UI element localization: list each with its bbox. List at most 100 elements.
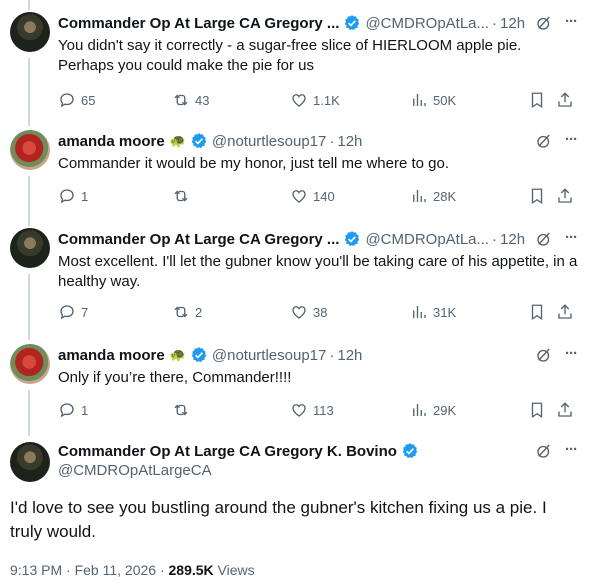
views-count: 31K [433, 304, 457, 320]
like-count: 113 [313, 402, 334, 418]
views-button[interactable]: 29K [410, 400, 456, 420]
share-button[interactable] [556, 90, 574, 110]
grok-icon[interactable] [535, 346, 553, 364]
author-handle[interactable]: @noturtlesoup17 [212, 347, 326, 364]
more-options-icon[interactable]: ··· [565, 441, 578, 458]
bookmark-icon [531, 92, 543, 109]
tweet-timestamp[interactable]: 9:13 PM · Feb 11, 2026 · [10, 562, 169, 578]
views-label: Views [213, 562, 255, 578]
bookmark-button[interactable] [528, 90, 546, 110]
separator: · [329, 132, 335, 150]
views-count: 50K [433, 92, 457, 108]
thread-line [28, 0, 30, 10]
reply-button[interactable]: 1 [58, 186, 88, 206]
avatar[interactable] [10, 130, 50, 170]
reply-icon [60, 403, 74, 418]
like-count: 140 [313, 188, 335, 204]
heart-icon [292, 404, 306, 417]
tweet-time[interactable]: 12h [337, 347, 362, 364]
author-name[interactable]: Commander Op At Large CA Gregory K. Bovi… [58, 443, 397, 460]
tweet-time[interactable]: 12h [500, 231, 525, 248]
action-bar: 7 2 38 31K [58, 302, 578, 322]
author-name[interactable]: amanda moore [58, 133, 165, 150]
author-handle[interactable]: @CMDROpAtLa... [365, 15, 489, 32]
verified-badge-icon [191, 347, 207, 363]
tweet-text: Commander it would be my honor, just tel… [58, 155, 450, 172]
turtle-emoji: 🐢 [169, 347, 186, 362]
grok-icon[interactable] [535, 442, 553, 460]
verified-badge-icon [402, 443, 418, 459]
tweet-header: Commander Op At Large CA Gregory K. Bovi… [58, 440, 419, 462]
bookmark-button[interactable] [528, 186, 546, 206]
share-icon [558, 92, 572, 107]
bookmark-button[interactable] [528, 302, 546, 322]
share-button[interactable] [556, 400, 574, 420]
retweet-icon [174, 306, 188, 318]
reply-icon [60, 189, 74, 204]
heart-icon [292, 94, 306, 107]
analytics-icon [413, 94, 426, 106]
bookmark-button[interactable] [528, 400, 546, 420]
more-options-icon[interactable]: ··· [565, 229, 578, 246]
author-name[interactable]: amanda moore [58, 347, 165, 364]
turtle-emoji: 🐢 [169, 133, 186, 148]
author-handle[interactable]: @noturtlesoup17 [212, 133, 326, 150]
action-bar: 65 43 1.1K 50K [58, 90, 578, 110]
views-button[interactable]: 28K [410, 186, 456, 206]
like-button[interactable]: 1.1K [290, 90, 340, 110]
author-handle[interactable]: @CMDROpAtLargeCA [58, 462, 212, 479]
bookmark-icon [531, 304, 543, 321]
retweet-count: 43 [195, 92, 210, 108]
grok-icon[interactable] [535, 14, 553, 32]
views-button[interactable]: 31K [410, 302, 456, 322]
share-button[interactable] [556, 186, 574, 206]
grok-icon[interactable] [535, 230, 553, 248]
reply-button[interactable]: 65 [58, 90, 95, 110]
retweet-button[interactable]: 43 [172, 90, 209, 110]
share-icon [558, 402, 572, 417]
retweet-button[interactable] [172, 400, 195, 420]
tweet-header: Commander Op At Large CA Gregory ... @CM… [58, 12, 525, 34]
grok-icon[interactable] [535, 132, 553, 150]
avatar[interactable] [10, 228, 50, 268]
tweet-header: Commander Op At Large CA Gregory ... @CM… [58, 228, 525, 250]
views-total: 289.5K [168, 562, 214, 578]
tweet-time[interactable]: 12h [500, 15, 525, 32]
reply-count: 1 [81, 188, 89, 204]
main-tweet-text: I'd love to see you bustling around the … [10, 498, 547, 541]
more-options-icon[interactable]: ··· [565, 345, 578, 362]
tweet-header: amanda moore 🐢 @noturtlesoup17 · 12h [58, 130, 362, 152]
analytics-icon [413, 190, 426, 202]
tweet-text: Only if you’re there, Commander!!!! [58, 369, 292, 386]
retweet-icon [174, 404, 188, 416]
avatar[interactable] [10, 12, 50, 52]
avatar[interactable] [10, 442, 50, 482]
tweet-header: amanda moore 🐢 @noturtlesoup17 · 12h [58, 344, 362, 366]
tweet-time[interactable]: 12h [337, 133, 362, 150]
reply-count: 65 [81, 92, 96, 108]
verified-badge-icon [345, 15, 360, 31]
more-options-icon[interactable]: ··· [565, 13, 578, 30]
views-count: 28K [433, 188, 457, 204]
thread-line [28, 176, 30, 226]
like-button[interactable]: 113 [290, 400, 334, 420]
author-name[interactable]: Commander Op At Large CA Gregory ... [58, 15, 339, 32]
like-button[interactable]: 140 [290, 186, 335, 206]
like-count: 38 [313, 304, 328, 320]
action-bar: 1 113 29K [58, 400, 578, 420]
avatar[interactable] [10, 344, 50, 384]
heart-icon [292, 306, 306, 319]
reply-button[interactable]: 1 [58, 400, 88, 420]
retweet-button[interactable]: 2 [172, 302, 202, 322]
like-button[interactable]: 38 [290, 302, 327, 322]
reply-button[interactable]: 7 [58, 302, 88, 322]
more-options-icon[interactable]: ··· [565, 131, 578, 148]
author-handle[interactable]: @CMDROpAtLa... [365, 231, 489, 248]
like-count: 1.1K [313, 92, 340, 108]
separator: · [329, 346, 335, 364]
retweet-button[interactable] [172, 186, 195, 206]
share-button[interactable] [556, 302, 574, 322]
verified-badge-icon [191, 133, 207, 149]
author-name[interactable]: Commander Op At Large CA Gregory ... [58, 231, 339, 248]
views-button[interactable]: 50K [410, 90, 456, 110]
